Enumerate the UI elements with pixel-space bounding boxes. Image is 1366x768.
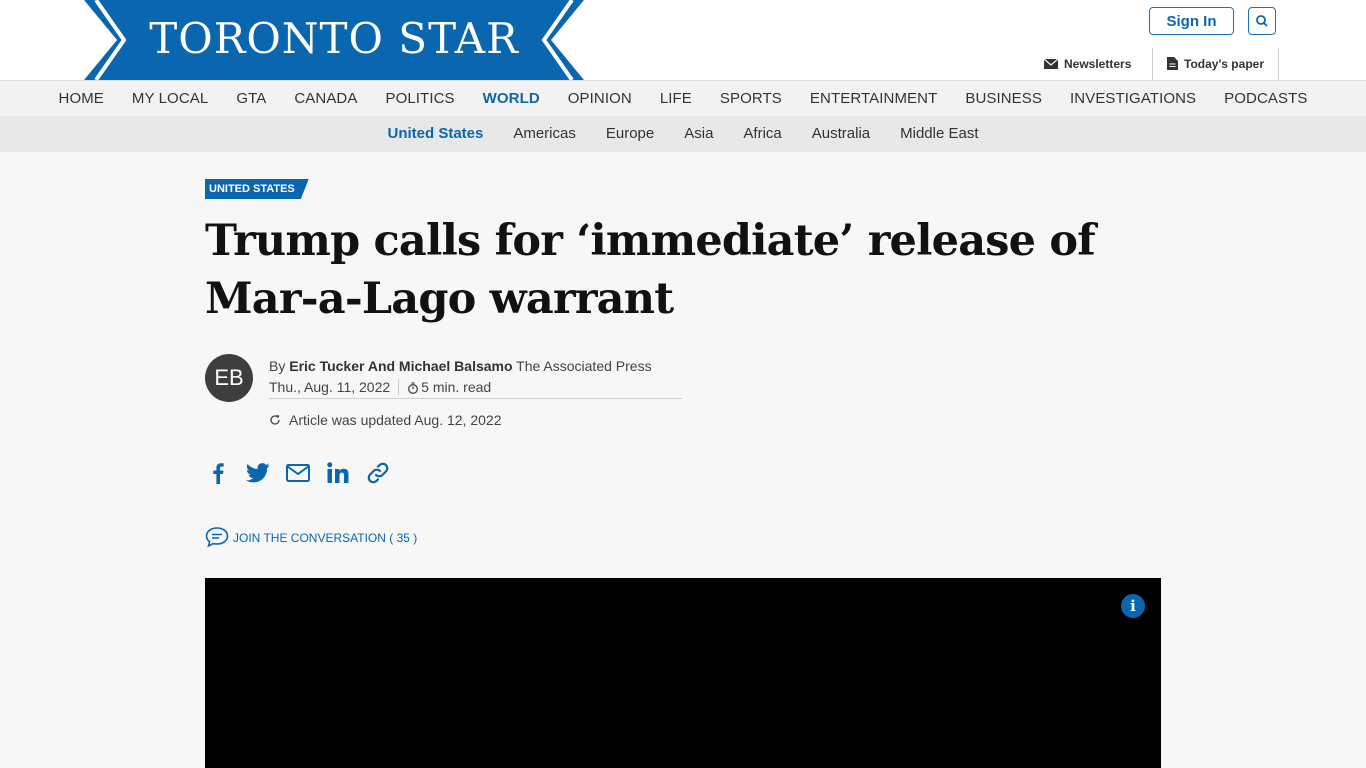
dateline: Thu., Aug. 11, 2022 5 min. read [269,377,682,399]
newsletters-link[interactable]: Newsletters [1043,48,1132,80]
publish-date: Thu., Aug. 11, 2022 [269,379,391,395]
site-header: TORONTO STAR Sign In Newsletters Today's… [0,0,1366,80]
nav-item-home[interactable]: HOME [45,81,118,117]
link-icon[interactable] [365,458,391,488]
subnav-item-americas[interactable]: Americas [498,116,591,152]
author-names[interactable]: Eric Tucker And Michael Balsamo [289,358,512,374]
subnav-item-asia[interactable]: Asia [669,116,728,152]
nav-item-opinion[interactable]: OPINION [554,81,646,117]
nav-item-life[interactable]: LIFE [646,81,706,117]
conversation-label: JOIN THE CONVERSATION ( 35 ) [233,531,418,545]
nav-item-gta[interactable]: GTA [222,81,280,117]
nav-item-politics[interactable]: POLITICS [371,81,468,117]
read-time: 5 min. read [421,379,492,395]
email-icon[interactable] [285,458,311,488]
stopwatch-icon [408,382,419,394]
divider [398,379,400,395]
subnav-item-europe[interactable]: Europe [591,116,669,152]
nav-item-business[interactable]: BUSINESS [951,81,1056,117]
search-icon [1256,15,1268,27]
facebook-icon[interactable] [205,458,231,488]
refresh-icon [270,415,280,425]
subnav-item-australia[interactable]: Australia [797,116,885,152]
nav-item-canada[interactable]: CANADA [280,81,371,117]
nav-item-entertainment[interactable]: ENTERTAINMENT [796,81,951,117]
todays-paper-link[interactable]: Today's paper [1152,48,1279,80]
share-buttons [205,458,391,488]
linkedin-icon[interactable] [325,458,351,488]
subnav-item-africa[interactable]: Africa [728,116,796,152]
subnav-item-united-states[interactable]: United States [372,116,498,152]
author-avatar[interactable]: EB [205,354,253,402]
newsletters-label: Newsletters [1064,57,1132,71]
envelope-icon [1043,58,1059,69]
nav-item-podcasts[interactable]: PODCASTS [1210,81,1321,117]
nav-item-my-local[interactable]: MY LOCAL [118,81,222,117]
toronto-star-logo[interactable]: TORONTO STAR [84,0,584,80]
todays-paper-label: Today's paper [1184,57,1264,71]
outlet-name: The Associated Press [516,358,652,374]
document-icon [1167,57,1178,70]
subnav-item-middle-east[interactable]: Middle East [885,116,993,152]
section-tag[interactable]: UNITED STATES [205,179,309,199]
article-headline: Trump calls for ‘immediate’ release of M… [205,216,1096,324]
logo-text: TORONTO STAR [149,14,519,63]
info-icon[interactable]: i [1121,594,1145,618]
secondary-nav: United States Americas Europe Asia Africa Aus… [0,116,1366,152]
join-conversation-link[interactable]: JOIN THE CONVERSATION ( 35 ) [205,526,417,550]
primary-nav: HOME MY LOCAL GTA CANADA POLITICS WORLD OPINIO… [0,80,1366,116]
nav-item-world[interactable]: WORLD [469,81,554,117]
nav-item-investigations[interactable]: INVESTIGATIONS [1056,81,1210,117]
comment-bubble-icon [205,527,229,548]
utility-links: Newsletters Today's paper [1030,48,1283,80]
video-player[interactable]: i [205,578,1161,768]
updated-note: Article was updated Aug. 12, 2022 [269,410,501,430]
sign-in-button[interactable]: Sign In [1149,7,1234,35]
byline-prefix: By [269,358,286,374]
search-button[interactable] [1248,7,1276,35]
byline: By Eric Tucker And Michael Balsamo The A… [269,356,652,376]
updated-text: Article was updated Aug. 12, 2022 [289,412,502,428]
twitter-icon[interactable] [245,458,271,488]
nav-item-sports[interactable]: SPORTS [706,81,796,117]
